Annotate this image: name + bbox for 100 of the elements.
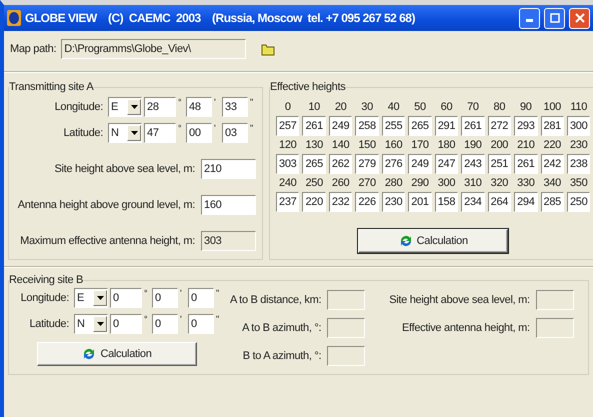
unit-mark: °	[144, 288, 148, 298]
globe-icon	[7, 10, 21, 26]
height-field[interactable]: 262	[328, 154, 352, 174]
angle-label: 330	[516, 177, 536, 189]
angle-label: 30	[360, 101, 374, 113]
height-field[interactable]: 234	[461, 192, 485, 212]
height-field[interactable]: 258	[355, 116, 379, 136]
field-label: Site height above sea level, m:	[389, 294, 530, 306]
refresh-icon	[398, 234, 413, 248]
field-label: A to B azimuth, °:	[242, 322, 322, 334]
angle-label: 190	[463, 139, 483, 151]
height-field[interactable]: 261	[514, 154, 538, 174]
text-field[interactable]: 03	[222, 123, 248, 143]
text-field[interactable]: 48	[186, 97, 212, 117]
text-field[interactable]: 0	[188, 314, 214, 334]
text-field[interactable]: 00	[186, 123, 212, 143]
folder-icon[interactable]	[261, 42, 276, 56]
height-field[interactable]: 237	[276, 192, 300, 212]
text-field[interactable]: 0	[152, 288, 178, 308]
angle-label: 160	[384, 139, 404, 151]
angle-label: 80	[492, 101, 506, 113]
unit-mark: °	[144, 314, 148, 324]
hemisphere-dropdown[interactable]: N	[74, 314, 108, 334]
text-field[interactable]: 0	[188, 288, 214, 308]
height-field[interactable]: 242	[540, 154, 564, 174]
text-field[interactable]: 160	[201, 195, 256, 215]
text-field[interactable]: 47	[144, 123, 176, 143]
height-field[interactable]: 264	[488, 192, 512, 212]
height-field[interactable]: 303	[276, 154, 300, 174]
unit-mark: "	[216, 314, 220, 324]
angle-label: 340	[542, 177, 562, 189]
field-label: A to B distance, km:	[230, 294, 322, 306]
angle-label: 260	[330, 177, 350, 189]
height-field[interactable]: 261	[461, 116, 485, 136]
height-field[interactable]: 201	[408, 192, 432, 212]
caret-icon	[96, 322, 104, 326]
height-field[interactable]: 255	[382, 116, 406, 136]
calculation-button[interactable]: Calculation	[358, 229, 508, 253]
height-field[interactable]: 272	[488, 116, 512, 136]
hemisphere-dropdown[interactable]: N	[108, 123, 142, 143]
text-field[interactable]: 0	[110, 314, 142, 334]
angle-label: 280	[384, 177, 404, 189]
unit-mark: °	[178, 97, 182, 107]
field-label: B to A azimuth, °:	[242, 350, 322, 362]
height-field[interactable]: 243	[461, 154, 485, 174]
window-title: GLOBE VIEW (C) CAEMC 2003 (Russia, Moscow tel. +7 095 267 52 68)	[25, 11, 416, 25]
hemisphere-dropdown[interactable]: E	[74, 288, 108, 308]
angle-label: 350	[568, 177, 588, 189]
text-field[interactable]: 0	[110, 288, 142, 308]
text-field[interactable]: 210	[201, 159, 256, 179]
text-field[interactable]: 28	[144, 97, 176, 117]
height-field[interactable]: 232	[328, 192, 352, 212]
group-title: Transmitting site A	[9, 81, 94, 93]
height-field[interactable]: 220	[302, 192, 326, 212]
height-field[interactable]: 281	[540, 116, 564, 136]
height-field[interactable]: 265	[408, 116, 432, 136]
height-field[interactable]: 230	[382, 192, 406, 212]
height-field[interactable]: 247	[434, 154, 458, 174]
minimize-button[interactable]	[519, 8, 540, 28]
angle-label: 240	[278, 177, 298, 189]
height-field[interactable]: 251	[488, 154, 512, 174]
height-field[interactable]: 285	[540, 192, 564, 212]
calculation-button[interactable]: Calculation	[37, 342, 197, 366]
angle-label: 210	[516, 139, 536, 151]
height-field[interactable]: 158	[434, 192, 458, 212]
angle-label: 110	[569, 101, 588, 113]
caret-icon	[130, 131, 138, 135]
height-field[interactable]: 291	[434, 116, 458, 136]
field-label: Longitude:	[54, 101, 103, 113]
height-field[interactable]: 249	[328, 116, 352, 136]
height-field[interactable]: 265	[302, 154, 326, 174]
field-label: Antenna height above ground level, m:	[18, 199, 195, 211]
text-field[interactable]: 33	[222, 97, 248, 117]
height-field[interactable]: 250	[566, 192, 590, 212]
close-button[interactable]	[569, 8, 590, 28]
angle-label: 320	[490, 177, 510, 189]
height-field[interactable]: 261	[302, 116, 326, 136]
angle-label: 90	[518, 101, 533, 113]
height-field[interactable]: 293	[514, 116, 538, 136]
angle-label: 100	[542, 101, 562, 113]
angle-label: 40	[386, 101, 400, 113]
height-field[interactable]: 279	[355, 154, 379, 174]
maximize-button[interactable]	[544, 8, 565, 28]
hemisphere-dropdown[interactable]: E	[108, 97, 142, 117]
text-field[interactable]: 0	[152, 314, 178, 334]
height-field[interactable]: 226	[355, 192, 379, 212]
field-label: Maximum effective antenna height, m:	[20, 235, 195, 247]
height-field[interactable]: 294	[514, 192, 538, 212]
refresh-icon	[82, 347, 96, 361]
angle-label: 60	[440, 101, 454, 113]
angle-label: 10	[307, 101, 321, 113]
height-field[interactable]: 257	[276, 116, 300, 136]
angle-label: 220	[542, 139, 562, 151]
height-field[interactable]: 249	[408, 154, 432, 174]
angle-label: 0	[284, 101, 292, 113]
group-title: Receiving site B	[9, 274, 84, 286]
height-field[interactable]: 300	[566, 116, 590, 136]
height-field[interactable]: 238	[566, 154, 590, 174]
height-field[interactable]: 276	[382, 154, 406, 174]
angle-label: 170	[410, 139, 430, 151]
